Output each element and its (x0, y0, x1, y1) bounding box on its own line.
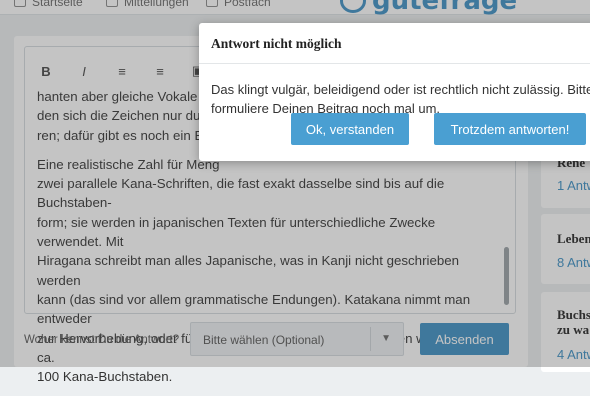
dialog-header: Antwort nicht möglich (199, 23, 590, 64)
dialog-title: Antwort nicht möglich (211, 36, 342, 51)
answer-anyway-button[interactable]: Trotzdem antworten! (434, 113, 586, 145)
text-line: 100 Kana-Buchstaben. (37, 369, 173, 385)
ok-button[interactable]: Ok, verstanden (291, 113, 409, 145)
warning-dialog: Antwort nicht möglich Das klingt vulgär,… (199, 23, 590, 161)
